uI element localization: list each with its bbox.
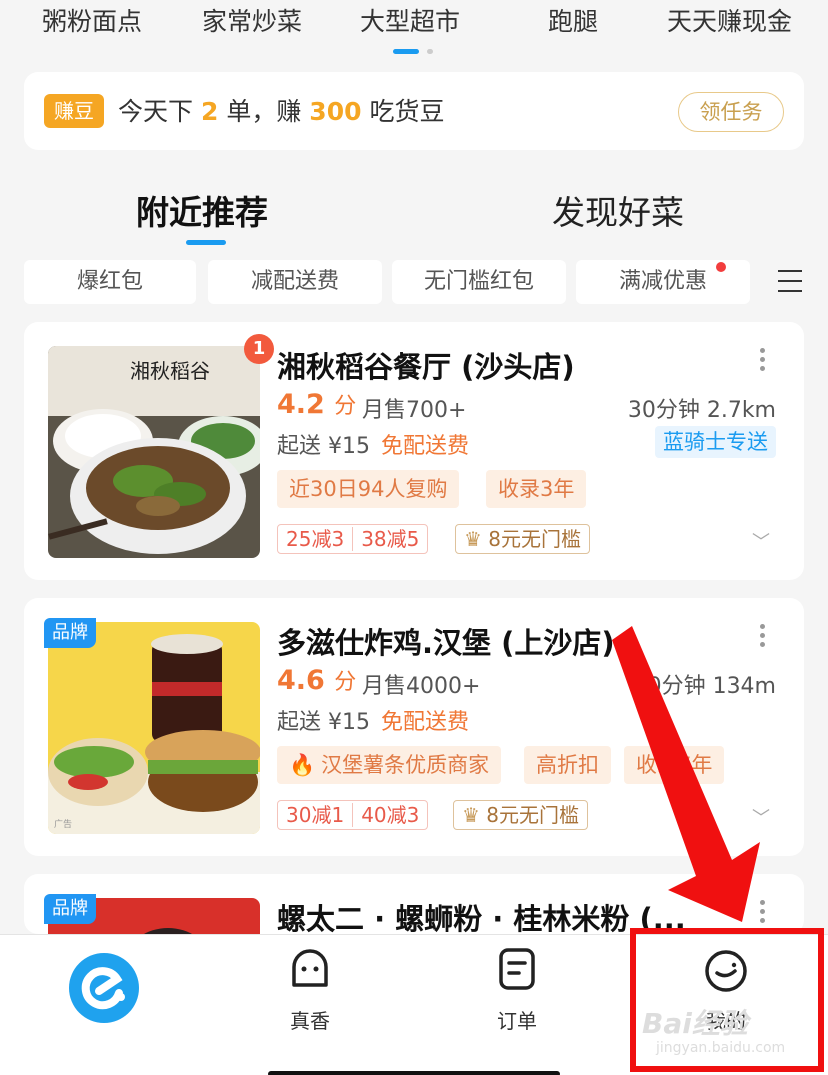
min-order: 起送 ¥15 xyxy=(277,434,370,459)
badge-count: 1 xyxy=(244,334,274,364)
store-name[interactable]: 多滋仕炸鸡.汉堡 (上沙店) xyxy=(277,620,615,662)
monthly-sales: 月售700+ xyxy=(362,398,467,423)
brand-badge: 品牌 xyxy=(44,894,96,924)
monthly-sales: 月售4000+ xyxy=(362,674,481,699)
category-item[interactable]: 跑腿 xyxy=(548,2,598,38)
delivery-time-distance: 30分钟 134m xyxy=(633,674,776,699)
store-thumbnail: 广告 xyxy=(48,622,260,834)
filter-chip[interactable]: 爆红包 xyxy=(24,260,196,304)
tab-zhenxiang[interactable]: 真香 xyxy=(230,935,390,1055)
store-name[interactable]: 湘秋稻谷餐厅 (沙头店) xyxy=(277,344,575,386)
store-score: 4.2 分 xyxy=(277,389,357,420)
ad-label: 广告 xyxy=(54,818,72,830)
category-item[interactable]: 大型超市 xyxy=(360,2,460,38)
tab-label: 真香 xyxy=(290,1009,330,1033)
free-delivery: 免配送费 xyxy=(381,710,470,735)
category-item[interactable]: 粥粉面点 xyxy=(42,2,142,38)
task-badge: 赚豆 xyxy=(44,94,104,128)
delivery-time-distance: 30分钟 2.7km xyxy=(627,398,776,423)
store-card[interactable]: 品牌 螺太二 · 螺蛳粉 · 桂林米粉 (... xyxy=(24,874,804,934)
store-tag: 高折扣 xyxy=(524,746,611,784)
watermark-url: jingyan.baidu.com xyxy=(656,1040,786,1056)
filter-chip[interactable]: 减配送费 xyxy=(208,260,382,304)
chevron-down-icon[interactable]: ﹀ xyxy=(752,804,770,830)
category-item[interactable]: 天天赚现金 xyxy=(667,2,792,38)
store-tag: 🔥 汉堡薯条优质商家 xyxy=(277,746,502,784)
store-tag: 近30日94人复购 xyxy=(277,470,460,508)
store-tag: 收录3年 xyxy=(486,470,587,508)
order-doc-icon xyxy=(499,948,535,990)
watermark: Bai经验 xyxy=(642,1007,748,1040)
free-delivery: 免配送费 xyxy=(381,434,470,459)
brand-badge: 品牌 xyxy=(44,618,96,648)
page-dot xyxy=(427,49,433,54)
more-options-icon[interactable] xyxy=(760,900,766,927)
tab-discover[interactable]: 发现好菜 xyxy=(552,186,684,234)
task-text: 今天下 2 单，赚 300 吃货豆 xyxy=(118,97,445,126)
thumb-logo-text: 湘秋稻谷 xyxy=(130,359,210,383)
store-score: 4.6 分 xyxy=(277,665,357,696)
tab-home[interactable] xyxy=(24,935,184,1055)
min-order: 起送 ¥15 xyxy=(277,710,370,735)
coupon-badge: ♛ 8元无门槛 xyxy=(453,800,589,830)
category-item[interactable]: 家常炒菜 xyxy=(202,2,302,38)
store-tag: 收录7年 xyxy=(624,746,725,784)
fire-icon: 🔥 xyxy=(289,753,316,777)
discount-group: 30减1 40减3 xyxy=(277,800,429,830)
notification-dot xyxy=(716,262,726,272)
tab-orders[interactable]: 订单 xyxy=(437,935,597,1055)
discount-group: 25减3 38减5 xyxy=(277,524,429,554)
store-thumbnail: 湘秋稻谷 xyxy=(48,346,260,558)
chevron-down-icon[interactable]: ﹀ xyxy=(752,528,770,554)
filter-chip[interactable]: 无门槛红包 xyxy=(392,260,566,304)
filter-chip-with-dot[interactable]: 满减优惠 xyxy=(576,260,750,304)
home-indicator xyxy=(268,1071,560,1075)
category-strip: 粥粉面点 家常炒菜 大型超市 跑腿 天天赚现金 xyxy=(0,0,828,48)
coupon-badge: ♛ 8元无门槛 xyxy=(455,524,591,554)
task-banner[interactable]: 赚豆 今天下 2 单，赚 300 吃货豆 领任务 xyxy=(24,72,804,150)
rider-badge: 蓝骑士专送 xyxy=(655,426,776,458)
store-card[interactable]: 品牌 广告 多滋仕炸鸡.汉堡 (上沙店) 4.6 分 月售4000+ 30分钟 … xyxy=(24,598,804,856)
store-card[interactable]: 湘秋稻谷 1 湘秋稻谷餐厅 (沙头店) 4.2 分 月售700+ 30分钟 2.… xyxy=(24,322,804,580)
tab-label: 订单 xyxy=(497,1009,537,1033)
smile-face-icon xyxy=(292,949,328,987)
eleme-logo-icon xyxy=(69,953,139,1023)
page-dot-active xyxy=(393,49,419,54)
filter-menu-icon[interactable] xyxy=(778,270,802,294)
store-name[interactable]: 螺太二 · 螺蛳粉 · 桂林米粉 (... xyxy=(277,896,686,934)
more-options-icon[interactable] xyxy=(760,624,766,651)
tab-nearby[interactable]: 附近推荐 xyxy=(136,186,268,234)
claim-task-button[interactable]: 领任务 xyxy=(678,92,784,132)
more-options-icon[interactable] xyxy=(760,348,766,375)
tab-underline xyxy=(186,240,226,245)
